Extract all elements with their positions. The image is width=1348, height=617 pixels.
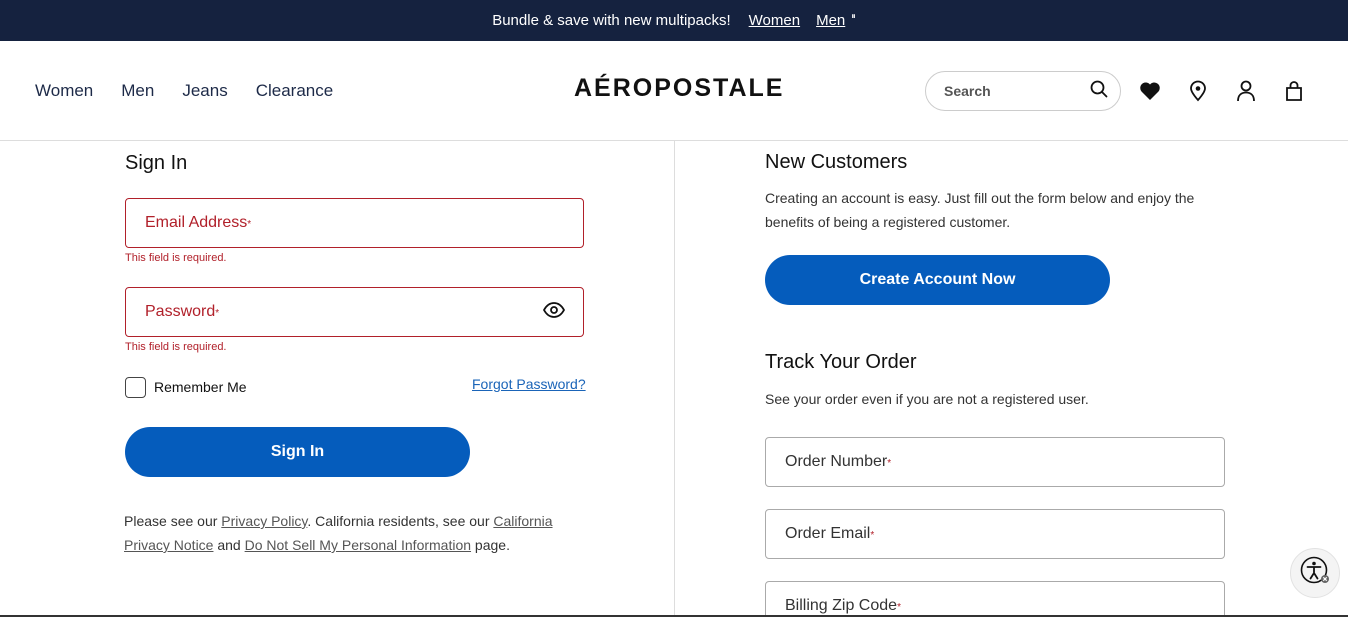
billing-zip-label: Billing Zip Code — [785, 597, 898, 614]
order-email-label: Order Email — [785, 525, 871, 542]
password-label: Password — [145, 303, 216, 320]
privacy-policy-link[interactable]: Privacy Policy — [221, 513, 307, 529]
privacy-mid: . California residents, see our — [307, 513, 494, 529]
column-divider — [674, 141, 675, 617]
order-email-field[interactable]: Order Email * — [765, 509, 1225, 559]
promo-message: Bundle & save with new multipacks! — [492, 12, 731, 29]
site-header: Women Men Jeans Clearance AÉROPOSTALE — [0, 41, 1348, 141]
promo-bar: Bundle & save with new multipacks! Women… — [0, 0, 1348, 41]
new-customers-title: New Customers — [765, 151, 908, 173]
accessibility-widget-button[interactable] — [1290, 548, 1340, 598]
required-marker: * — [897, 601, 901, 613]
promo-link-men[interactable]: Men — [816, 12, 845, 29]
remember-me-checkbox[interactable] — [125, 377, 146, 398]
nav-item-women[interactable]: Women — [35, 81, 93, 101]
accessibility-icon — [1299, 555, 1331, 592]
remember-me-label[interactable]: Remember Me — [154, 379, 247, 395]
track-order-description: See your order even if you are not a reg… — [765, 391, 1089, 407]
heart-icon[interactable] — [1138, 79, 1162, 103]
nav-item-men[interactable]: Men — [121, 81, 154, 101]
required-marker: * — [870, 529, 875, 541]
email-error: This field is required. — [125, 252, 227, 264]
track-order-title: Track Your Order — [765, 351, 917, 373]
order-number-field[interactable]: Order Number * — [765, 437, 1225, 487]
promo-link-women[interactable]: Women — [749, 12, 800, 29]
header-icons — [1138, 79, 1330, 103]
privacy-suffix: page. — [471, 537, 510, 553]
password-field[interactable]: Password * — [125, 287, 584, 337]
location-pin-icon[interactable] — [1186, 79, 1210, 103]
forgot-password-link[interactable]: Forgot Password? — [472, 376, 586, 392]
privacy-and: and — [213, 537, 245, 553]
required-marker: * — [247, 218, 252, 230]
signin-title: Sign In — [125, 152, 188, 174]
nav-item-clearance[interactable]: Clearance — [256, 81, 334, 101]
shopping-bag-icon[interactable] — [1282, 79, 1306, 103]
billing-zip-field[interactable]: Billing Zip Code * — [765, 581, 1225, 617]
email-label: Email Address — [145, 214, 248, 231]
new-customers-description: Creating an account is easy. Just fill o… — [765, 190, 1195, 230]
do-not-sell-link[interactable]: Do Not Sell My Personal Information — [245, 537, 471, 553]
main-nav: Women Men Jeans Clearance — [35, 81, 361, 101]
search-box[interactable] — [925, 71, 1121, 111]
signin-button[interactable]: Sign In — [125, 427, 470, 477]
password-error: This field is required. — [125, 341, 227, 353]
create-account-button[interactable]: Create Account Now — [765, 255, 1110, 305]
brand-logo[interactable]: AÉROPOSTALE — [574, 74, 784, 103]
order-number-label: Order Number — [785, 453, 888, 470]
required-marker: * — [887, 457, 892, 469]
email-field[interactable]: Email Address * — [125, 198, 584, 248]
required-marker: * — [215, 307, 220, 319]
privacy-prefix: Please see our — [124, 513, 222, 529]
account-icon[interactable] — [1234, 79, 1258, 103]
search-input[interactable] — [944, 83, 1084, 99]
privacy-notice: Please see our Privacy Policy. Californi… — [124, 509, 584, 557]
nav-item-jeans[interactable]: Jeans — [182, 81, 227, 101]
pause-icon[interactable]: ⏸ — [851, 11, 856, 22]
show-password-icon[interactable] — [542, 301, 566, 324]
search-icon[interactable] — [1090, 80, 1108, 103]
